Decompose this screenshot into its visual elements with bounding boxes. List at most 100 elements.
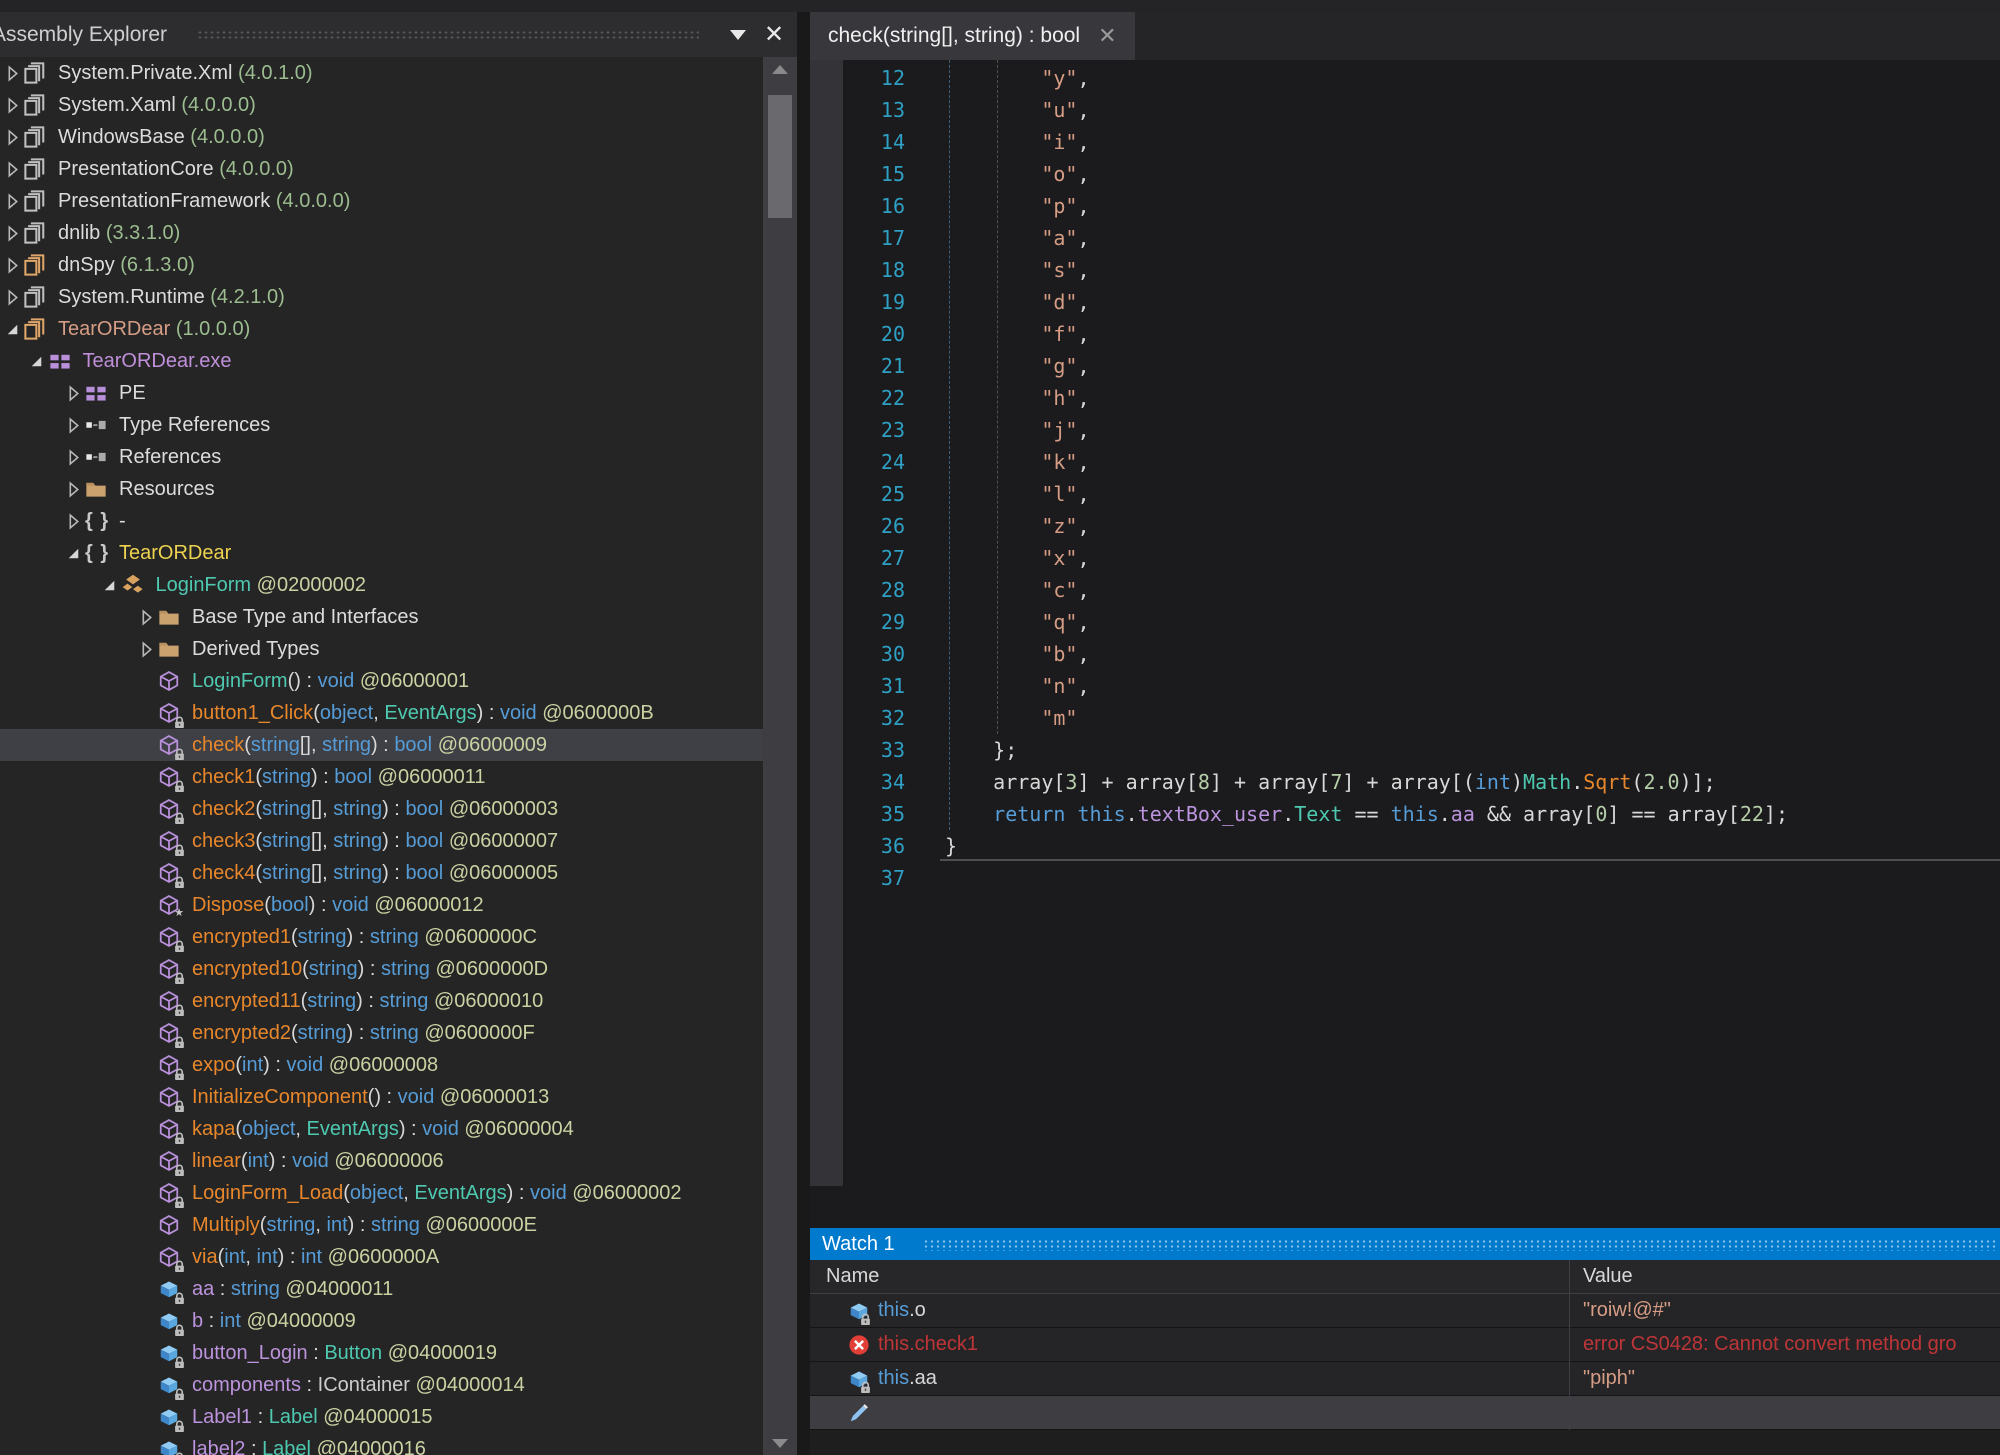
tree-item[interactable]: { }- xyxy=(0,505,763,537)
method-lock-icon xyxy=(158,1021,192,1045)
tree-item[interactable]: encrypted2(string) : string @0600000F xyxy=(0,1017,763,1049)
tree-item[interactable]: encrypted1(string) : string @0600000C xyxy=(0,921,763,953)
expander-collapsed-icon[interactable] xyxy=(61,381,85,405)
titlebar-grip[interactable] xyxy=(197,29,699,41)
expander-collapsed-icon[interactable] xyxy=(134,605,158,629)
code-line: 30 "b", xyxy=(810,638,2000,670)
expander-expanded-icon[interactable] xyxy=(0,317,24,341)
tree-item[interactable]: LoginForm() : void @06000001 xyxy=(0,665,763,697)
tree-item[interactable]: System.Xaml (4.0.0.0) xyxy=(0,89,763,121)
tab-check-method[interactable]: check(string[], string) : bool ✕ xyxy=(810,12,1135,60)
tree-item[interactable]: { }TearORDear xyxy=(0,537,763,569)
close-icon[interactable]: ✕ xyxy=(1098,23,1116,49)
tree-item[interactable]: Resources xyxy=(0,473,763,505)
expander-expanded-icon[interactable] xyxy=(25,349,49,373)
expander-collapsed-icon[interactable] xyxy=(61,477,85,501)
expander-collapsed-icon[interactable] xyxy=(134,637,158,661)
expander-collapsed-icon[interactable] xyxy=(0,125,24,149)
tree-item[interactable]: InitializeComponent() : void @06000013 xyxy=(0,1081,763,1113)
tree-item[interactable]: components : IContainer @04000014 xyxy=(0,1369,763,1401)
column-divider[interactable] xyxy=(1569,1260,1570,1430)
watch-panel-header[interactable]: Watch 1 xyxy=(810,1228,2000,1260)
tree-item[interactable]: expo(int) : void @06000008 xyxy=(0,1049,763,1081)
lock-icon xyxy=(173,1324,186,1337)
tree-item[interactable]: check2(string[], string) : bool @0600000… xyxy=(0,793,763,825)
expander-none xyxy=(134,925,158,949)
tree-item[interactable]: encrypted10(string) : string @0600000D xyxy=(0,953,763,985)
tree-item[interactable]: PresentationFramework (4.0.0.0) xyxy=(0,185,763,217)
line-number: 16 xyxy=(810,194,905,218)
tree-item[interactable]: PresentationCore (4.0.0.0) xyxy=(0,153,763,185)
column-header-value[interactable]: Value xyxy=(1583,1260,1633,1293)
expander-collapsed-icon[interactable] xyxy=(0,189,24,213)
expander-collapsed-icon[interactable] xyxy=(0,93,24,117)
tree-item[interactable]: label2 : Label @04000016 xyxy=(0,1433,763,1455)
tree-item[interactable]: linear(int) : void @06000006 xyxy=(0,1145,763,1177)
tree-item[interactable]: aa : string @04000011 xyxy=(0,1273,763,1305)
expander-expanded-icon[interactable] xyxy=(98,573,122,597)
expander-collapsed-icon[interactable] xyxy=(0,157,24,181)
tree-item[interactable]: LoginForm @02000002 xyxy=(0,569,763,601)
tree-scrollbar[interactable] xyxy=(763,57,797,1455)
tree-item[interactable]: Label1 : Label @04000015 xyxy=(0,1401,763,1433)
tree-item[interactable]: check1(string) : bool @06000011 xyxy=(0,761,763,793)
column-header-name[interactable]: Name xyxy=(826,1260,879,1293)
watch-row[interactable]: this.check1error CS0428: Cannot convert … xyxy=(810,1328,2000,1362)
tree-item[interactable]: b : int @04000009 xyxy=(0,1305,763,1337)
assembly-icon xyxy=(24,125,58,149)
expander-collapsed-icon[interactable] xyxy=(0,253,24,277)
tree-item[interactable]: button_Login : Button @04000019 xyxy=(0,1337,763,1369)
watch-row[interactable] xyxy=(810,1396,2000,1430)
code-editor[interactable]: 12 "y",13 "u",14 "i",15 "o",16 "p",17 "a… xyxy=(810,60,2000,1186)
scrollbar-thumb[interactable] xyxy=(768,95,792,218)
scroll-up-icon[interactable] xyxy=(763,57,797,81)
expander-collapsed-icon[interactable] xyxy=(0,61,24,85)
tree-item[interactable]: check3(string[], string) : bool @0600000… xyxy=(0,825,763,857)
tree-item[interactable]: dnSpy (6.1.3.0) xyxy=(0,249,763,281)
tree-item[interactable]: Type References xyxy=(0,409,763,441)
braces-icon: { } xyxy=(85,541,119,565)
code-text: } xyxy=(905,834,957,858)
tree-item[interactable]: TearORDear (1.0.0.0) xyxy=(0,313,763,345)
tab-bar-empty xyxy=(1135,12,2000,60)
expander-expanded-icon[interactable] xyxy=(61,541,85,565)
panel-splitter[interactable] xyxy=(797,12,810,1455)
watch-name: this.o xyxy=(878,1299,926,1322)
tree-item[interactable]: References xyxy=(0,441,763,473)
tree-item[interactable]: Multiply(string, int) : string @0600000E xyxy=(0,1209,763,1241)
watch-row[interactable]: this.o"roiw!@#" xyxy=(810,1294,2000,1328)
method-icon xyxy=(158,1213,192,1237)
tree-item[interactable]: PE xyxy=(0,377,763,409)
tree-item[interactable]: LoginForm_Load(object, EventArgs) : void… xyxy=(0,1177,763,1209)
tree-item[interactable]: dnlib (3.3.1.0) xyxy=(0,217,763,249)
scroll-down-icon[interactable] xyxy=(763,1431,797,1455)
line-number: 18 xyxy=(810,258,905,282)
expander-collapsed-icon[interactable] xyxy=(0,221,24,245)
expander-collapsed-icon[interactable] xyxy=(61,445,85,469)
close-icon[interactable]: ✕ xyxy=(759,20,789,50)
expander-collapsed-icon[interactable] xyxy=(61,413,85,437)
tree-item[interactable]: Derived Types xyxy=(0,633,763,665)
tree-item[interactable]: System.Private.Xml (4.0.1.0) xyxy=(0,57,763,89)
tree-item[interactable]: TearORDear.exe xyxy=(0,345,763,377)
tree-item[interactable]: Base Type and Interfaces xyxy=(0,601,763,633)
tree-item[interactable]: via(int, int) : int @0600000A xyxy=(0,1241,763,1273)
tree-item[interactable]: check4(string[], string) : bool @0600000… xyxy=(0,857,763,889)
watch-header-grip[interactable] xyxy=(923,1239,1996,1251)
watch-row[interactable]: this.aa"piph" xyxy=(810,1362,2000,1396)
tree-item[interactable]: System.Runtime (4.2.1.0) xyxy=(0,281,763,313)
tree-item-label: References xyxy=(119,446,221,469)
tree-item-label: check1(string) : bool @06000011 xyxy=(192,766,485,789)
tree-item[interactable]: WindowsBase (4.0.0.0) xyxy=(0,121,763,153)
expander-none xyxy=(134,1149,158,1173)
tree-item[interactable]: ★Dispose(bool) : void @06000012 xyxy=(0,889,763,921)
line-number: 37 xyxy=(810,866,905,890)
expander-collapsed-icon[interactable] xyxy=(61,509,85,533)
folder-icon xyxy=(158,605,192,629)
tree-item[interactable]: encrypted11(string) : string @06000010 xyxy=(0,985,763,1017)
tree-item[interactable]: kapa(object, EventArgs) : void @06000004 xyxy=(0,1113,763,1145)
tree-item[interactable]: button1_Click(object, EventArgs) : void … xyxy=(0,697,763,729)
tree-item[interactable]: check(string[], string) : bool @06000009 xyxy=(0,729,763,761)
chevron-down-icon[interactable] xyxy=(723,20,753,50)
expander-collapsed-icon[interactable] xyxy=(0,285,24,309)
